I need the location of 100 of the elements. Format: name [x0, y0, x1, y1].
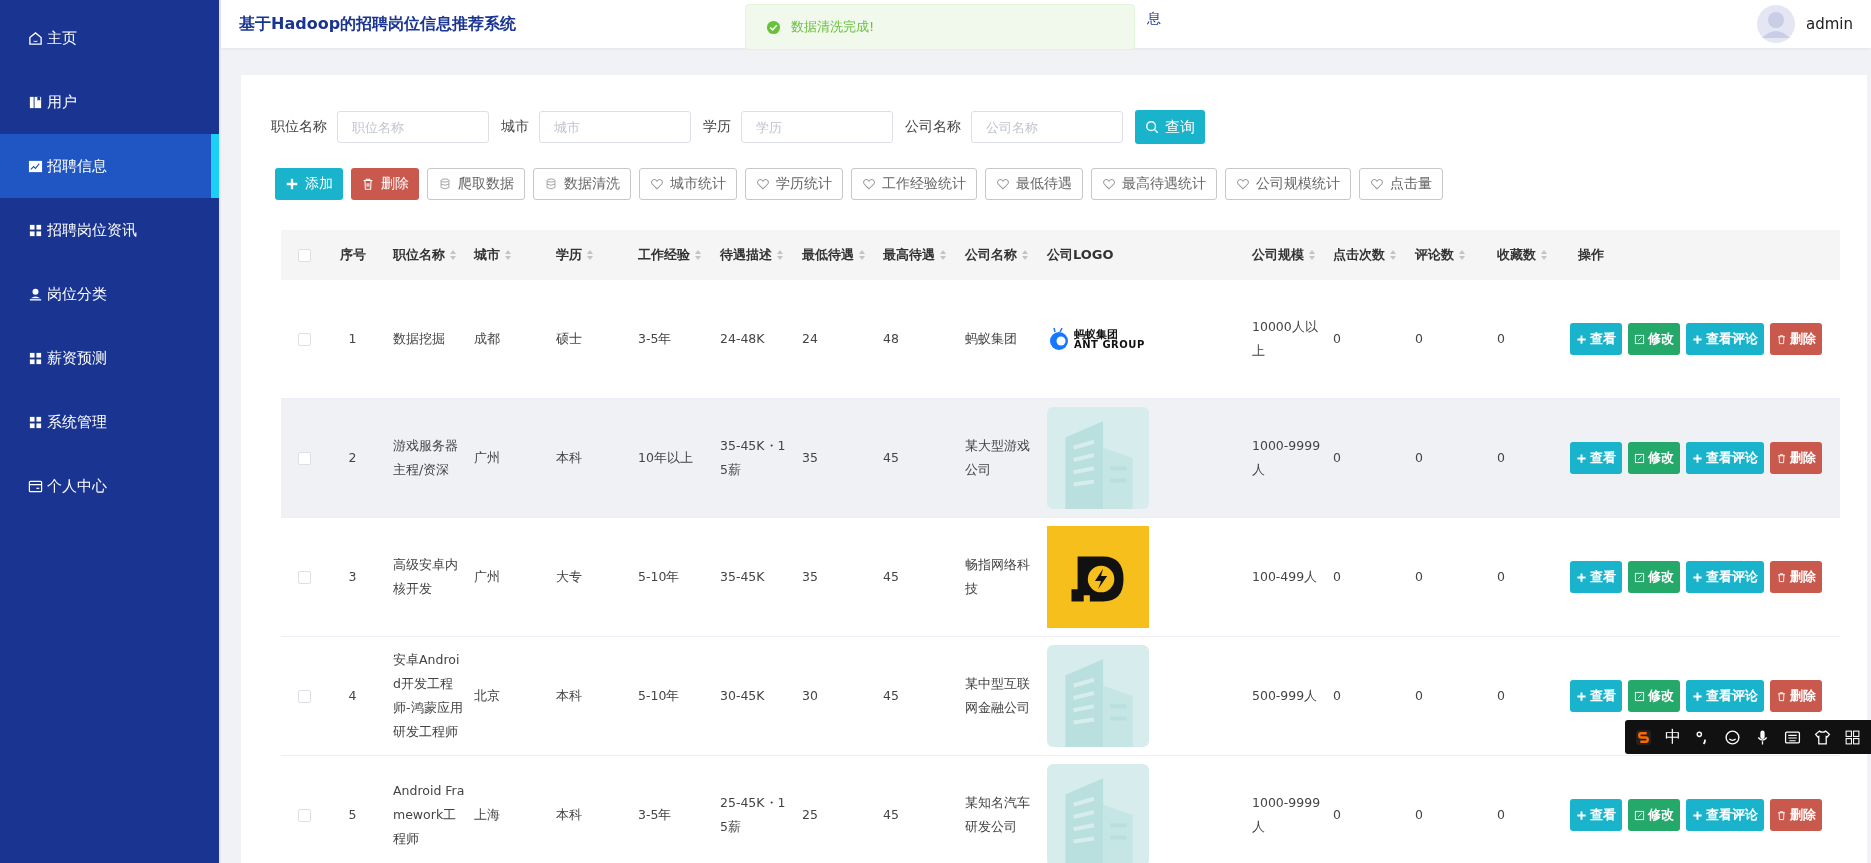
- row-checkbox[interactable]: [298, 570, 311, 584]
- plus-icon: [1576, 809, 1587, 821]
- sort-icon[interactable]: [504, 249, 512, 261]
- table-cell-text: 24: [802, 330, 818, 348]
- toolbar-button[interactable]: 点击量: [1359, 168, 1443, 200]
- row-action-button[interactable]: 删除: [1770, 561, 1822, 593]
- sidebar-item[interactable]: 个人中心: [0, 454, 219, 518]
- table-cell-text: 3-5年: [638, 806, 672, 824]
- table-cell-text: 48: [883, 330, 899, 348]
- sidebar-item[interactable]: 招聘信息: [0, 134, 219, 198]
- emoji-icon[interactable]: [1724, 728, 1742, 746]
- sort-icon[interactable]: [694, 249, 702, 261]
- edit-icon: [1634, 690, 1645, 702]
- table-cell-text: 成都: [474, 330, 500, 348]
- column-header[interactable]: 公司名称: [965, 246, 1029, 264]
- plus-icon: [1576, 571, 1587, 583]
- table-cell-text: 蚂蚁集团: [965, 330, 1017, 348]
- filter-label: 城市: [501, 118, 529, 136]
- column-header[interactable]: 公司LOGO: [1047, 246, 1114, 264]
- select-all-checkbox[interactable]: [298, 248, 311, 262]
- column-header[interactable]: 公司规模: [1252, 246, 1316, 264]
- sort-icon[interactable]: [1540, 249, 1548, 261]
- toolbar-button[interactable]: 数据清洗: [533, 168, 631, 200]
- toolbar-button[interactable]: 删除: [351, 168, 419, 200]
- row-checkbox[interactable]: [298, 332, 311, 346]
- table-cell-text: 5-10年: [638, 568, 680, 586]
- table-cell-text: 0: [1333, 330, 1341, 348]
- logo-icon: [1047, 526, 1149, 628]
- table-cell-text: 某大型游戏公司: [965, 437, 1031, 479]
- grid-icon: [28, 350, 43, 366]
- table-row[interactable]: 2 游戏服务器主程/资深 广州 本科 10年以上 35-45K・15薪 35 45 某大型游戏公司 1000-9999人 0 0 0 查看 修改 查看评论 删除: [281, 399, 1840, 518]
- column-header[interactable]: 学历: [556, 246, 594, 264]
- sort-icon[interactable]: [1308, 249, 1316, 261]
- nav-link[interactable]: 息: [1147, 10, 1161, 28]
- table-row[interactable]: 5 Android Framework工程师 上海 本科 3-5年 25-45K・15薪 25 45 某知名汽车研发公司 1000-9999人 0 0 0 查看 修改 查看评论 删除: [281, 756, 1840, 863]
- column-header[interactable]: 最低待遇: [802, 246, 866, 264]
- toolbar-button[interactable]: 最低待遇: [985, 168, 1083, 200]
- input-mode[interactable]: 中: [1665, 726, 1682, 748]
- column-header[interactable]: 城市: [474, 246, 512, 264]
- row-action-button[interactable]: 删除: [1770, 799, 1822, 831]
- shirt-icon[interactable]: [1813, 728, 1831, 746]
- row-checkbox[interactable]: [298, 451, 311, 465]
- column-header[interactable]: 工作经验: [638, 246, 702, 264]
- column-header[interactable]: 评论数: [1415, 246, 1466, 264]
- row-checkbox[interactable]: [298, 808, 311, 822]
- sidebar-item[interactable]: 招聘岗位资讯: [0, 198, 219, 262]
- heart-icon: [996, 177, 1010, 191]
- sidebar-item[interactable]: 薪资预测: [0, 326, 219, 390]
- plus-icon: [1692, 571, 1703, 583]
- grid-icon[interactable]: [1843, 728, 1861, 746]
- table-cell-text: 35: [802, 568, 818, 586]
- column-header[interactable]: 待遇描述: [720, 246, 784, 264]
- column-header[interactable]: 操作: [1578, 246, 1604, 264]
- column-header[interactable]: 职位名称: [393, 246, 457, 264]
- plus-icon: [1576, 333, 1587, 345]
- sort-icon[interactable]: [1021, 249, 1029, 261]
- sort-icon[interactable]: [1389, 249, 1397, 261]
- column-header[interactable]: 序号: [339, 246, 366, 264]
- toolbar-button[interactable]: 爬取数据: [427, 168, 525, 200]
- table-cell-text: 35-45K: [720, 568, 765, 586]
- row-action-button[interactable]: 删除: [1770, 680, 1822, 712]
- table-cell-text: 广州: [474, 449, 500, 467]
- sort-icon[interactable]: [586, 249, 594, 261]
- sort-icon[interactable]: [858, 249, 866, 261]
- column-header[interactable]: 点击次数: [1333, 246, 1397, 264]
- heart-icon: [756, 177, 770, 191]
- filter-field[interactable]: 学历: [741, 111, 893, 143]
- sidebar-item[interactable]: 系统管理: [0, 390, 219, 454]
- avatar[interactable]: [1756, 4, 1796, 44]
- toolbar-button[interactable]: 最高待遇统计: [1091, 168, 1217, 200]
- sort-icon[interactable]: [939, 249, 947, 261]
- plus-icon: [285, 177, 299, 191]
- column-header[interactable]: 最高待遇: [883, 246, 947, 264]
- table-cell-text: 安卓Android开发工程师-鸿蒙应用研发工程师: [393, 651, 464, 741]
- sidebar-item[interactable]: 主页: [0, 6, 219, 70]
- book-icon: [28, 94, 43, 110]
- toolbar-button[interactable]: 城市统计: [639, 168, 737, 200]
- sort-icon[interactable]: [1458, 249, 1466, 261]
- filter-field[interactable]: 城市: [539, 111, 691, 143]
- table-cell-text: 1: [348, 330, 357, 348]
- toolbar-button[interactable]: 学历统计: [745, 168, 843, 200]
- table-cell-text: Android Framework工程师: [393, 782, 465, 848]
- row-action-button[interactable]: 删除: [1770, 323, 1822, 355]
- row-checkbox[interactable]: [298, 689, 311, 703]
- user-name[interactable]: admin: [1806, 15, 1853, 33]
- logo-icon[interactable]: [1635, 728, 1653, 746]
- sidebar-item[interactable]: 岗位分类: [0, 262, 219, 326]
- trash-icon: [361, 177, 375, 191]
- table-cell-text: 北京: [474, 687, 500, 705]
- sidebar-item[interactable]: 用户: [0, 70, 219, 134]
- column-header[interactable]: 收藏数: [1497, 246, 1548, 264]
- table-row[interactable]: 3 高级安卓内核开发 广州 大专 5-10年 35-45K 35 45 畅指网络科技 100-499人 0 0 0 查看 修改 查看评论 删除: [281, 518, 1840, 637]
- sort-icon[interactable]: [449, 249, 457, 261]
- row-action-button[interactable]: 删除: [1770, 442, 1822, 474]
- filter-field[interactable]: 职位名称: [337, 111, 489, 143]
- toolbar-button[interactable]: 公司规模统计: [1225, 168, 1351, 200]
- check-icon: [766, 19, 781, 35]
- plus-icon: [1692, 333, 1703, 345]
- sort-icon[interactable]: [776, 249, 784, 261]
- toolbar-button[interactable]: 工作经验统计: [851, 168, 977, 200]
